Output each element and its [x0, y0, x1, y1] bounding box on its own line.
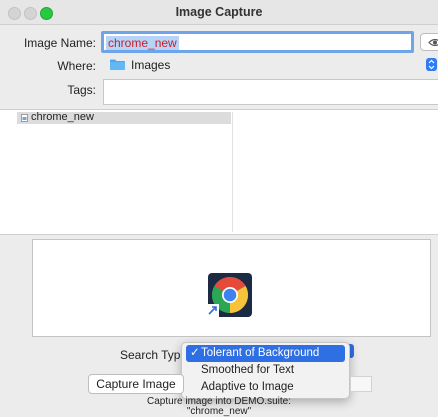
image-preview	[32, 239, 431, 337]
title-bar: Image Capture	[0, 0, 438, 25]
where-stepper[interactable]	[426, 58, 437, 71]
list-item-label: chrome_new	[31, 111, 94, 123]
chevron-updown-icon	[428, 59, 435, 70]
search-type-label: Search Type	[120, 348, 188, 362]
menu-item-tolerant-of-background[interactable]: ✓ Tolerant of Background	[186, 345, 345, 362]
menu-item-label: Tolerant of Background	[201, 347, 320, 359]
capture-caption-name: "chrome_new"	[186, 406, 252, 417]
search-type-dropdown[interactable]: ✓ Tolerant of Background Smoothed for Te…	[181, 342, 350, 399]
where-label: Where:	[57, 59, 96, 73]
image-name-field[interactable]: chrome_new	[101, 31, 414, 53]
capture-image-button[interactable]: Capture Image	[88, 374, 184, 394]
menu-item-label: Smoothed for Text	[201, 364, 295, 376]
window-title: Image Capture	[175, 5, 263, 19]
image-name-label: Image Name:	[23, 36, 96, 50]
chrome-logo-icon	[206, 273, 252, 317]
eye-icon	[428, 38, 438, 47]
menu-item-adaptive-to-image[interactable]: Adaptive to Image	[186, 379, 345, 396]
list-item[interactable]: chrome_new	[17, 111, 231, 124]
tags-field[interactable]	[103, 79, 438, 105]
preview-toggle-button[interactable]	[420, 33, 438, 51]
where-value: Images	[131, 58, 171, 72]
where-popup[interactable]: Images	[104, 56, 438, 73]
tags-label: Tags:	[67, 83, 96, 97]
folder-icon	[110, 59, 125, 70]
menu-item-label: Adaptive to Image	[201, 381, 294, 393]
column-divider	[232, 112, 233, 232]
checkmark-icon: ✓	[190, 347, 200, 359]
hidden-field-edge	[350, 376, 372, 392]
image-capture-window: { "window": { "title": "Image Capture" }…	[0, 0, 438, 417]
menu-item-smoothed-for-text[interactable]: Smoothed for Text	[186, 362, 345, 379]
image-name-value: chrome_new	[106, 36, 179, 50]
image-file-icon	[21, 114, 28, 122]
file-list-panel: chrome_new	[0, 109, 438, 235]
